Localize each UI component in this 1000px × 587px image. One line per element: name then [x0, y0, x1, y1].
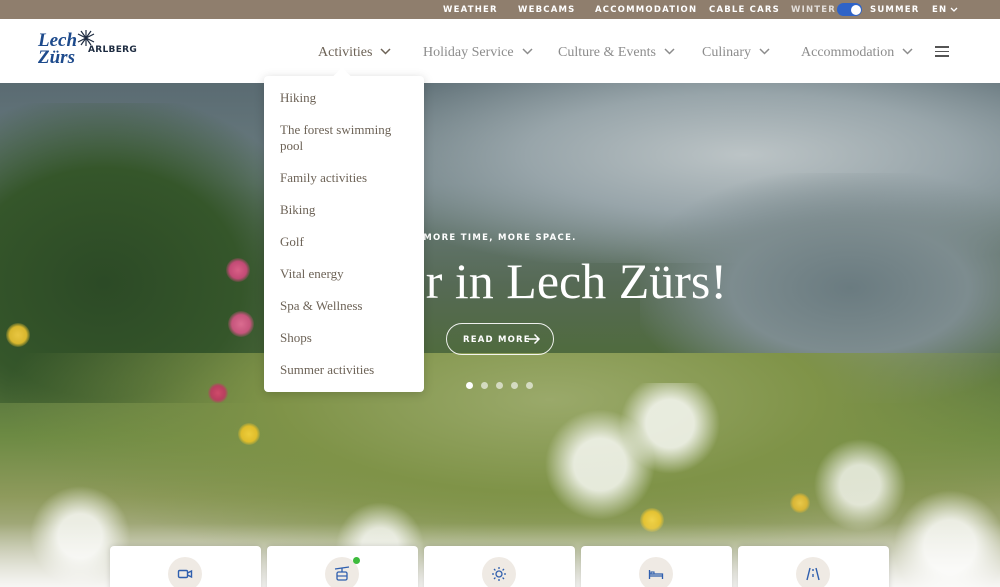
yellow-flower — [790, 493, 810, 513]
dropdown-item-family[interactable]: Family activities — [280, 170, 410, 186]
activities-dropdown: Hiking The forest swimming pool Family a… — [264, 67, 424, 392]
slide-dot-3[interactable] — [496, 382, 503, 389]
arrow-right-icon — [528, 333, 541, 345]
dropdown-item-biking[interactable]: Biking — [280, 202, 410, 218]
hero-kicker: MORE TIME, MORE SPACE. — [423, 233, 577, 243]
live-status-dot — [353, 557, 360, 564]
pink-flower — [228, 311, 254, 337]
card-icon-circle — [168, 557, 202, 587]
weather-link[interactable]: WEATHER — [443, 5, 498, 15]
nav-label: Culinary — [702, 45, 751, 60]
pink-flower — [208, 383, 228, 403]
road-icon — [806, 567, 820, 581]
quick-card-roads[interactable] — [738, 546, 889, 587]
dropdown-item-golf[interactable]: Golf — [280, 234, 410, 250]
chevron-down-icon — [664, 48, 675, 55]
cable-car-icon — [334, 566, 350, 581]
slide-dot-5[interactable] — [526, 382, 533, 389]
card-icon-circle — [482, 557, 516, 587]
nav-culture-events[interactable]: Culture & Events — [558, 45, 675, 61]
nav-label: Accommodation — [801, 45, 895, 60]
season-toggle[interactable] — [837, 3, 862, 16]
cable-cars-link[interactable]: CABLE CARS — [709, 5, 780, 15]
dropdown-item-vital-energy[interactable]: Vital energy — [280, 266, 410, 282]
logo-region: ARLBERG — [88, 45, 138, 55]
read-more-button[interactable]: READ MORE — [446, 323, 554, 355]
chevron-down-icon — [522, 48, 533, 55]
toggle-knob — [850, 4, 861, 15]
webcam-icon — [177, 569, 193, 579]
yellow-flower — [6, 323, 30, 347]
dropdown-item-shops[interactable]: Shops — [280, 330, 410, 346]
dropdown-item-summer-activities[interactable]: Summer activities — [280, 362, 410, 378]
bed-icon — [648, 570, 664, 579]
chevron-down-icon — [380, 48, 391, 55]
chevron-down-icon — [759, 48, 770, 55]
utility-bar: WEATHER WEBCAMS ACCOMMODATION CABLE CARS… — [0, 0, 1000, 19]
slide-dot-2[interactable] — [481, 382, 488, 389]
card-icon-circle — [639, 557, 673, 587]
lech-zuers-logo[interactable]: Lech Zürs ARLBERG — [38, 30, 138, 71]
read-more-label: READ MORE — [463, 335, 531, 345]
accommodation-link[interactable]: ACCOMMODATION — [595, 5, 697, 15]
hero-title: Summer in Lech Zürs! — [272, 253, 728, 309]
logo-line-2: Zürs — [38, 47, 75, 68]
slide-dot-1[interactable] — [466, 382, 473, 389]
hero-banner: MORE TIME, MORE SPACE. Summer in Lech Zü… — [0, 83, 1000, 587]
nav-label: Activities — [318, 45, 373, 60]
nav-activities[interactable]: Activities — [318, 45, 391, 61]
hamburger-menu-icon[interactable] — [935, 46, 949, 57]
quick-card-webcams[interactable] — [110, 546, 261, 587]
nav-label: Culture & Events — [558, 45, 656, 60]
nav-holiday-service[interactable]: Holiday Service — [423, 45, 533, 61]
sun-icon — [492, 567, 506, 581]
dropdown-item-forest-pool[interactable]: The forest swimming pool — [280, 122, 410, 154]
yellow-flower — [238, 423, 260, 445]
card-icon-circle — [796, 557, 830, 587]
dropdown-item-spa-wellness[interactable]: Spa & Wellness — [280, 298, 410, 314]
quick-card-cable-cars[interactable] — [267, 546, 418, 587]
nav-accommodation[interactable]: Accommodation — [801, 45, 913, 61]
language-selector[interactable]: EN — [932, 5, 958, 15]
webcams-link[interactable]: WEBCAMS — [518, 5, 575, 15]
chevron-down-icon — [950, 7, 958, 12]
main-header: Lech Zürs ARLBERG Activities Holiday Ser… — [0, 19, 1000, 83]
season-winter-label[interactable]: WINTER — [791, 5, 836, 15]
language-label: EN — [932, 5, 948, 15]
slide-dot-4[interactable] — [511, 382, 518, 389]
quick-card-weather[interactable] — [424, 546, 575, 587]
dropdown-item-hiking[interactable]: Hiking — [280, 90, 410, 106]
quick-card-accommodation[interactable] — [581, 546, 732, 587]
nav-label: Holiday Service — [423, 45, 514, 60]
season-summer-label[interactable]: SUMMER — [870, 5, 920, 15]
nav-culinary[interactable]: Culinary — [702, 45, 770, 61]
chevron-down-icon — [902, 48, 913, 55]
